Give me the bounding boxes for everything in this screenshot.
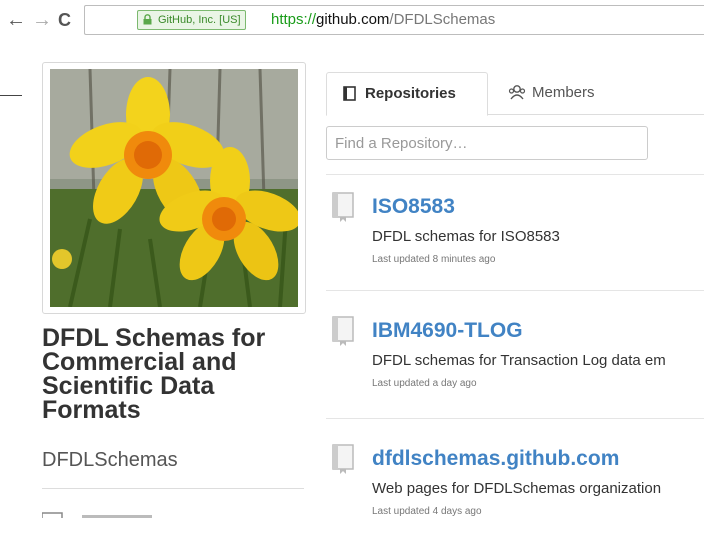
repo-description: DFDL schemas for Transaction Log data em (372, 352, 666, 369)
truncated-row-icon (42, 512, 152, 518)
tab-members-label: Members (532, 84, 595, 101)
lock-icon (143, 14, 152, 25)
list-divider (326, 174, 704, 175)
org-display-name: DFDL Schemas for Commercial and Scientif… (42, 324, 266, 424)
reload-icon[interactable]: C (58, 10, 71, 30)
sidebar-divider (42, 488, 304, 489)
find-repository-input[interactable] (326, 126, 648, 160)
avatar (50, 69, 298, 307)
daffodil-image (50, 69, 298, 307)
repo-name-link[interactable]: ISO8583 (372, 194, 455, 220)
ev-certificate-label: GitHub, Inc. [US] (158, 14, 241, 26)
repo-list-item: ISO8583 DFDL schemas for ISO8583 Last up… (326, 188, 704, 298)
tab-repositories[interactable]: Repositories (326, 72, 488, 116)
repo-icon (332, 316, 354, 346)
url-text: https://github.com/DFDLSchemas (271, 11, 495, 29)
repo-list-item: IBM4690-TLOG DFDL schemas for Transactio… (326, 312, 704, 422)
back-arrow-icon[interactable]: ← (6, 10, 26, 30)
url-domain: github.com (316, 11, 390, 28)
sidebar-cutoff-row (42, 508, 162, 518)
divider (0, 95, 22, 96)
repo-name-link[interactable]: IBM4690-TLOG (372, 318, 523, 344)
repo-updated-time: Last updated a day ago (372, 378, 477, 389)
repo-updated-time: Last updated 8 minutes ago (372, 254, 496, 265)
list-divider (326, 290, 704, 291)
repo-description: DFDL schemas for ISO8583 (372, 228, 560, 245)
repo-icon (332, 192, 354, 222)
url-path: /DFDLSchemas (389, 11, 496, 28)
org-login: DFDLSchemas (42, 449, 178, 471)
repo-list-item: dfdlschemas.github.com Web pages for DFD… (326, 440, 704, 550)
address-bar[interactable]: GitHub, Inc. [US] https://github.com/DFD… (84, 5, 704, 35)
repo-name-link[interactable]: dfdlschemas.github.com (372, 446, 619, 472)
forward-arrow-icon[interactable]: → (32, 10, 52, 30)
url-scheme: https:// (271, 11, 317, 28)
avatar-frame (42, 62, 306, 314)
repo-icon (332, 444, 354, 474)
members-icon (508, 85, 526, 100)
ev-certificate-badge[interactable]: GitHub, Inc. [US] (137, 10, 246, 30)
list-divider (326, 418, 704, 419)
repo-description: Web pages for DFDLSchemas organization (372, 480, 662, 497)
org-tabs: Repositories Members (326, 72, 704, 116)
repo-updated-time: Last updated 4 days ago (372, 506, 482, 517)
repo-icon (343, 86, 356, 101)
browser-toolbar: ← → C GitHub, Inc. [US] https://github.c… (0, 0, 704, 46)
tab-repositories-label: Repositories (365, 85, 456, 102)
tab-members[interactable]: Members (506, 72, 616, 114)
